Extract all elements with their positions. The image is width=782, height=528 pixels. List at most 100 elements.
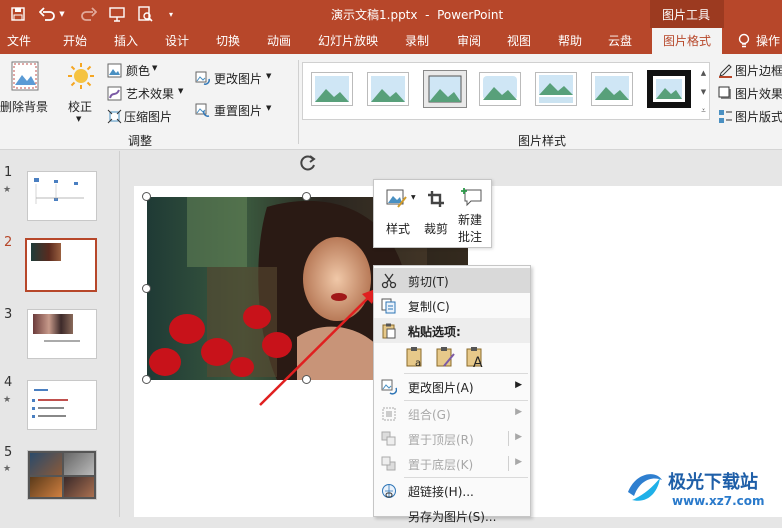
rotate-handle-icon[interactable]: [297, 152, 319, 174]
lightbulb-icon[interactable]: [736, 33, 752, 49]
save-icon[interactable]: [10, 6, 26, 22]
ribbon: 删除背景 校正 ▼ 颜色 ▼ 艺术效果 ▼ 压缩图片 更改图片 ▼ 重置图片 ▼…: [0, 54, 782, 150]
svg-text:A: A: [473, 355, 483, 368]
corrections-label: 校正: [68, 100, 93, 114]
paste-icon: [380, 322, 398, 339]
picture-border-button[interactable]: 图片边框: [715, 60, 782, 80]
tab-view[interactable]: 视图: [500, 28, 538, 54]
print-preview-icon[interactable]: [136, 5, 154, 23]
menu-item-send-to-back: 置于底层(K) ▶: [374, 451, 530, 476]
scissors-icon: [380, 272, 398, 289]
tab-transitions[interactable]: 切换: [209, 28, 247, 54]
picture-border-label: 图片边框: [735, 64, 782, 78]
change-picture-button[interactable]: 更改图片 ▼: [192, 68, 282, 88]
picture-style-option[interactable]: [479, 72, 521, 106]
tab-record[interactable]: 录制: [398, 28, 436, 54]
resize-handle[interactable]: [142, 375, 151, 384]
slide-thumbnail-4[interactable]: [27, 380, 97, 430]
paste-keep-text-only-icon[interactable]: A: [464, 345, 488, 369]
crop-icon: [426, 188, 446, 210]
slide-thumbnail-2[interactable]: [25, 238, 97, 292]
corrections-button[interactable]: 校正 ▼: [62, 58, 98, 128]
tab-design[interactable]: 设计: [158, 28, 196, 54]
watermark: 极光下载站 www.xz7.com: [622, 462, 782, 517]
bring-front-icon: [380, 430, 398, 447]
picture-style-option[interactable]: [535, 72, 577, 106]
compress-pictures-label: 压缩图片: [124, 110, 173, 124]
gallery-scroll-up-icon[interactable]: ▲: [698, 64, 709, 82]
link-icon: [380, 482, 398, 499]
picture-effects-label: 图片效果: [735, 87, 782, 101]
artistic-effects-label: 艺术效果: [126, 87, 175, 101]
chevron-down-icon: ▼: [152, 64, 158, 72]
slide-thumbnail-pane: 1 ★ 2 3 4 ★ 5 ★: [0, 151, 120, 517]
submenu-arrow-icon: ▶: [515, 380, 522, 390]
customize-toolbar-icon[interactable]: ▾: [166, 8, 176, 20]
menu-item-label: 复制(C): [408, 300, 450, 314]
picture-layout-label: 图片版式: [735, 110, 782, 124]
picture-style-option[interactable]: [423, 70, 467, 108]
tab-slideshow[interactable]: 幻灯片放映: [314, 28, 382, 54]
tab-picture-format[interactable]: 图片格式: [652, 28, 722, 54]
save-picture-icon: [380, 507, 398, 524]
slide-thumbnail-3[interactable]: [27, 309, 97, 359]
tab-file[interactable]: 文件: [0, 28, 38, 54]
menu-item-change-picture[interactable]: 更改图片(A) ▶: [374, 374, 530, 399]
resize-handle[interactable]: [302, 192, 311, 201]
picture-style-option[interactable]: [647, 70, 691, 108]
tab-insert[interactable]: 插入: [107, 28, 145, 54]
color-button[interactable]: 颜色 ▼: [104, 60, 182, 80]
chevron-down-icon[interactable]: ▼: [58, 8, 66, 20]
picture-style-option[interactable]: [311, 72, 353, 106]
gallery-scroll-down-icon[interactable]: ▼: [698, 83, 709, 101]
chevron-down-icon: ▼: [411, 194, 416, 201]
menu-item-copy[interactable]: 复制(C): [374, 293, 530, 318]
transition-star-icon: ★: [3, 185, 12, 195]
artistic-effects-button[interactable]: 艺术效果 ▼: [104, 83, 190, 103]
watermark-logo-icon: [626, 470, 662, 506]
picture-layout-button[interactable]: 图片版式: [715, 106, 782, 126]
mini-crop-button[interactable]: 裁剪: [420, 184, 452, 244]
present-from-start-icon[interactable]: [108, 5, 126, 23]
mini-new-comment-button[interactable]: 新建 批注: [454, 184, 490, 244]
group-divider: [298, 60, 299, 144]
redo-icon: [80, 5, 98, 23]
tab-help[interactable]: 帮助: [551, 28, 589, 54]
chevron-down-icon: ▼: [76, 115, 82, 123]
send-back-icon: [380, 455, 398, 472]
menu-item-label: 置于顶层(R): [408, 433, 474, 447]
gallery-more-icon[interactable]: ⩡: [698, 102, 709, 120]
paste-use-destination-theme-icon[interactable]: a: [404, 345, 428, 369]
slide-thumbnail-5[interactable]: [27, 450, 97, 500]
slide-number: 2: [4, 235, 13, 250]
menu-item-hyperlink[interactable]: 超链接(H)...: [374, 478, 530, 503]
tab-review[interactable]: 审阅: [450, 28, 488, 54]
resize-handle[interactable]: [142, 192, 151, 201]
tab-animations[interactable]: 动画: [260, 28, 298, 54]
submenu-arrow-icon: ▶: [515, 407, 522, 417]
slide-number: 5: [4, 445, 13, 460]
menu-item-cut[interactable]: 剪切(T): [374, 268, 530, 293]
compress-pictures-button[interactable]: 压缩图片: [104, 106, 184, 126]
mini-new-comment-label: 新建 批注: [458, 213, 483, 244]
resize-handle[interactable]: [142, 284, 151, 293]
picture-effects-button[interactable]: 图片效果: [715, 83, 782, 103]
tab-tell-me[interactable]: 操作: [756, 28, 782, 54]
remove-background-button[interactable]: 删除背景: [0, 58, 52, 114]
chevron-down-icon: ▼: [266, 72, 272, 80]
menu-item-save-as-picture[interactable]: 另存为图片(S)...: [374, 503, 530, 528]
mini-style-button[interactable]: ▼ 样式: [378, 184, 416, 244]
paste-picture-icon[interactable]: [434, 345, 458, 369]
submenu-split-divider: [508, 456, 509, 471]
remove-background-icon: [10, 60, 40, 92]
picture-style-option[interactable]: [591, 72, 633, 106]
tab-home[interactable]: 开始: [56, 28, 94, 54]
picture-style-option[interactable]: [367, 72, 409, 106]
title-bar: ▼ ▾ 演示文稿1.pptx - PowerPoint 图片工具: [0, 0, 782, 28]
slide-thumbnail-1[interactable]: [27, 171, 97, 221]
reset-picture-button[interactable]: 重置图片 ▼: [192, 100, 282, 120]
menu-item-label: 粘贴选项:: [408, 325, 461, 339]
undo-icon[interactable]: [38, 5, 56, 23]
submenu-arrow-icon: ▶: [515, 432, 522, 442]
tab-cloud[interactable]: 云盘: [601, 28, 639, 54]
